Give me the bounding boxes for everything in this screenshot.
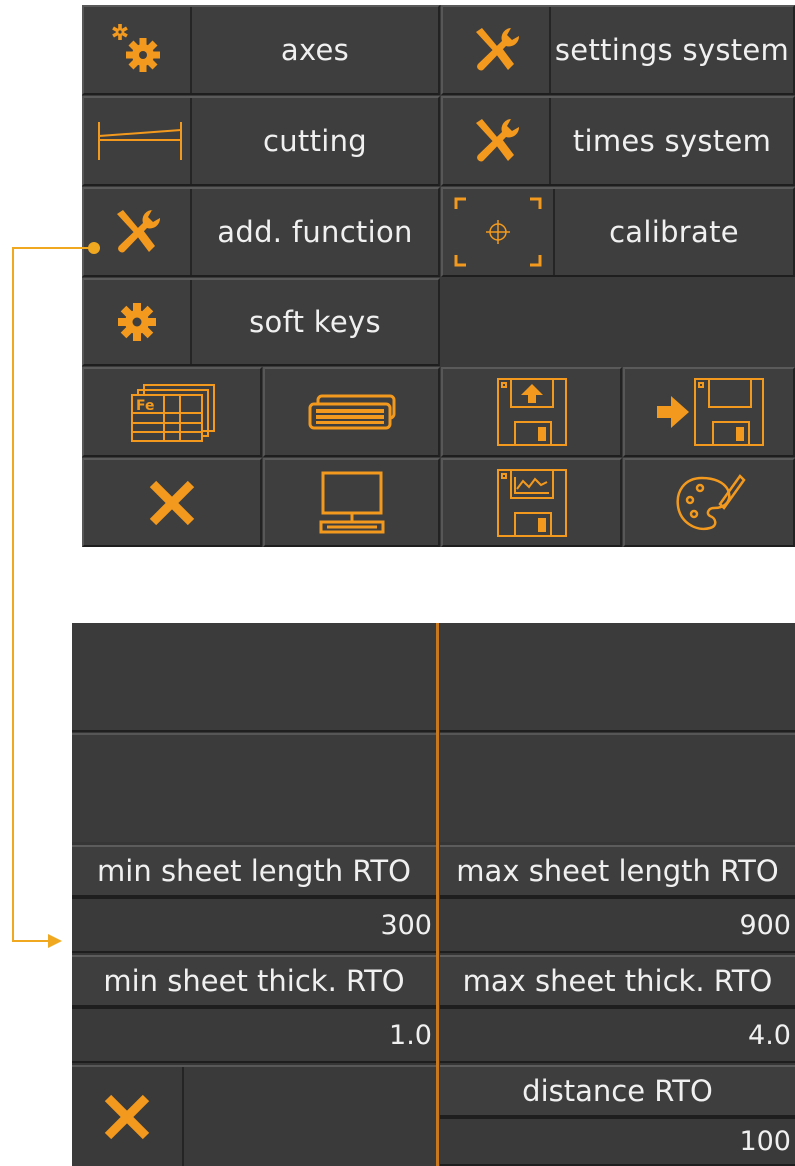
min-sheet-length-label: min sheet length RTO [72,845,436,897]
max-sheet-thick-label: max sheet thick. RTO [440,955,795,1007]
empty-cell [440,623,795,732]
panel-divider [436,623,439,1166]
min-sheet-thick-label: min sheet thick. RTO [72,955,436,1007]
distance-field[interactable]: 100 [440,1117,795,1166]
rto-close-button[interactable] [72,1065,436,1166]
distance-label: distance RTO [440,1065,795,1117]
min-sheet-length-field[interactable]: 300 [72,897,436,953]
empty-cell [440,733,795,842]
close-icon [72,1067,184,1166]
min-sheet-thick-field[interactable]: 1.0 [72,1007,436,1063]
empty-cell [72,623,436,732]
empty-cell [72,733,436,842]
max-sheet-length-label: max sheet length RTO [440,845,795,897]
max-sheet-thick-field[interactable]: 4.0 [440,1007,795,1063]
max-sheet-length-field[interactable]: 900 [440,897,795,953]
